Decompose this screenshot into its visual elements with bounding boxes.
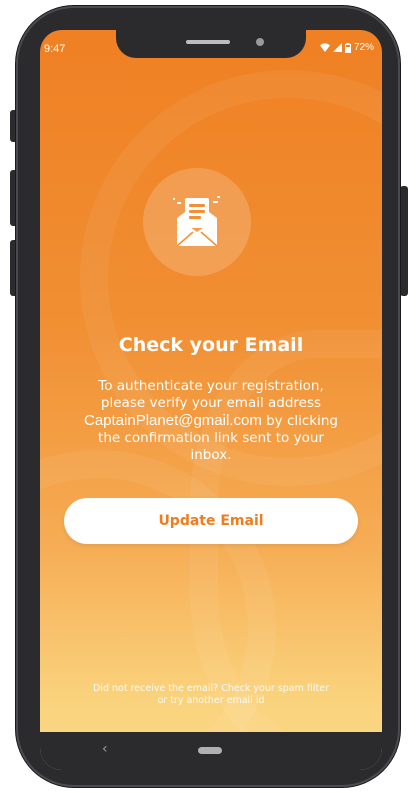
message-line: the confirmation link sent to your <box>98 430 324 446</box>
screen: 9:47 72% Check your Email To authenticat… <box>40 30 382 770</box>
front-camera <box>256 38 264 46</box>
camera-notch <box>116 30 306 58</box>
message-line: please verify your email address <box>100 395 322 411</box>
battery-percent: 72% <box>353 42 374 53</box>
spam-filter-note: Did not receive the email? Check your sp… <box>58 683 364 707</box>
footer-line: or try another email id <box>157 695 265 706</box>
page-title: Check your Email <box>118 334 304 356</box>
back-chevron-icon[interactable]: ‹ <box>102 741 108 757</box>
footer-line: Did not receive the email? Check your sp… <box>93 683 329 694</box>
user-email: CaptainPlanet@gmail.com <box>84 412 262 429</box>
wifi-icon <box>319 43 330 52</box>
power-button <box>400 186 408 296</box>
email-icon-badge <box>143 168 251 276</box>
message-line: inbox. <box>190 447 232 463</box>
signal-icon <box>332 43 342 52</box>
message-line: To authenticate your registration, <box>98 378 324 394</box>
update-email-button[interactable]: Update Email <box>64 498 358 544</box>
speaker-slot <box>186 40 230 44</box>
message-line-suffix: by clicking <box>261 413 338 429</box>
battery-icon <box>344 42 351 53</box>
home-pill-icon[interactable] <box>198 747 222 754</box>
status-icons: 72% <box>319 42 374 53</box>
system-nav-bar: ‹ <box>40 732 382 770</box>
status-time: 9:47 <box>44 43 66 55</box>
verification-message: To authenticate your registration, pleas… <box>62 378 360 464</box>
message-line: CaptainPlanet@gmail.com by clicking <box>62 412 360 430</box>
